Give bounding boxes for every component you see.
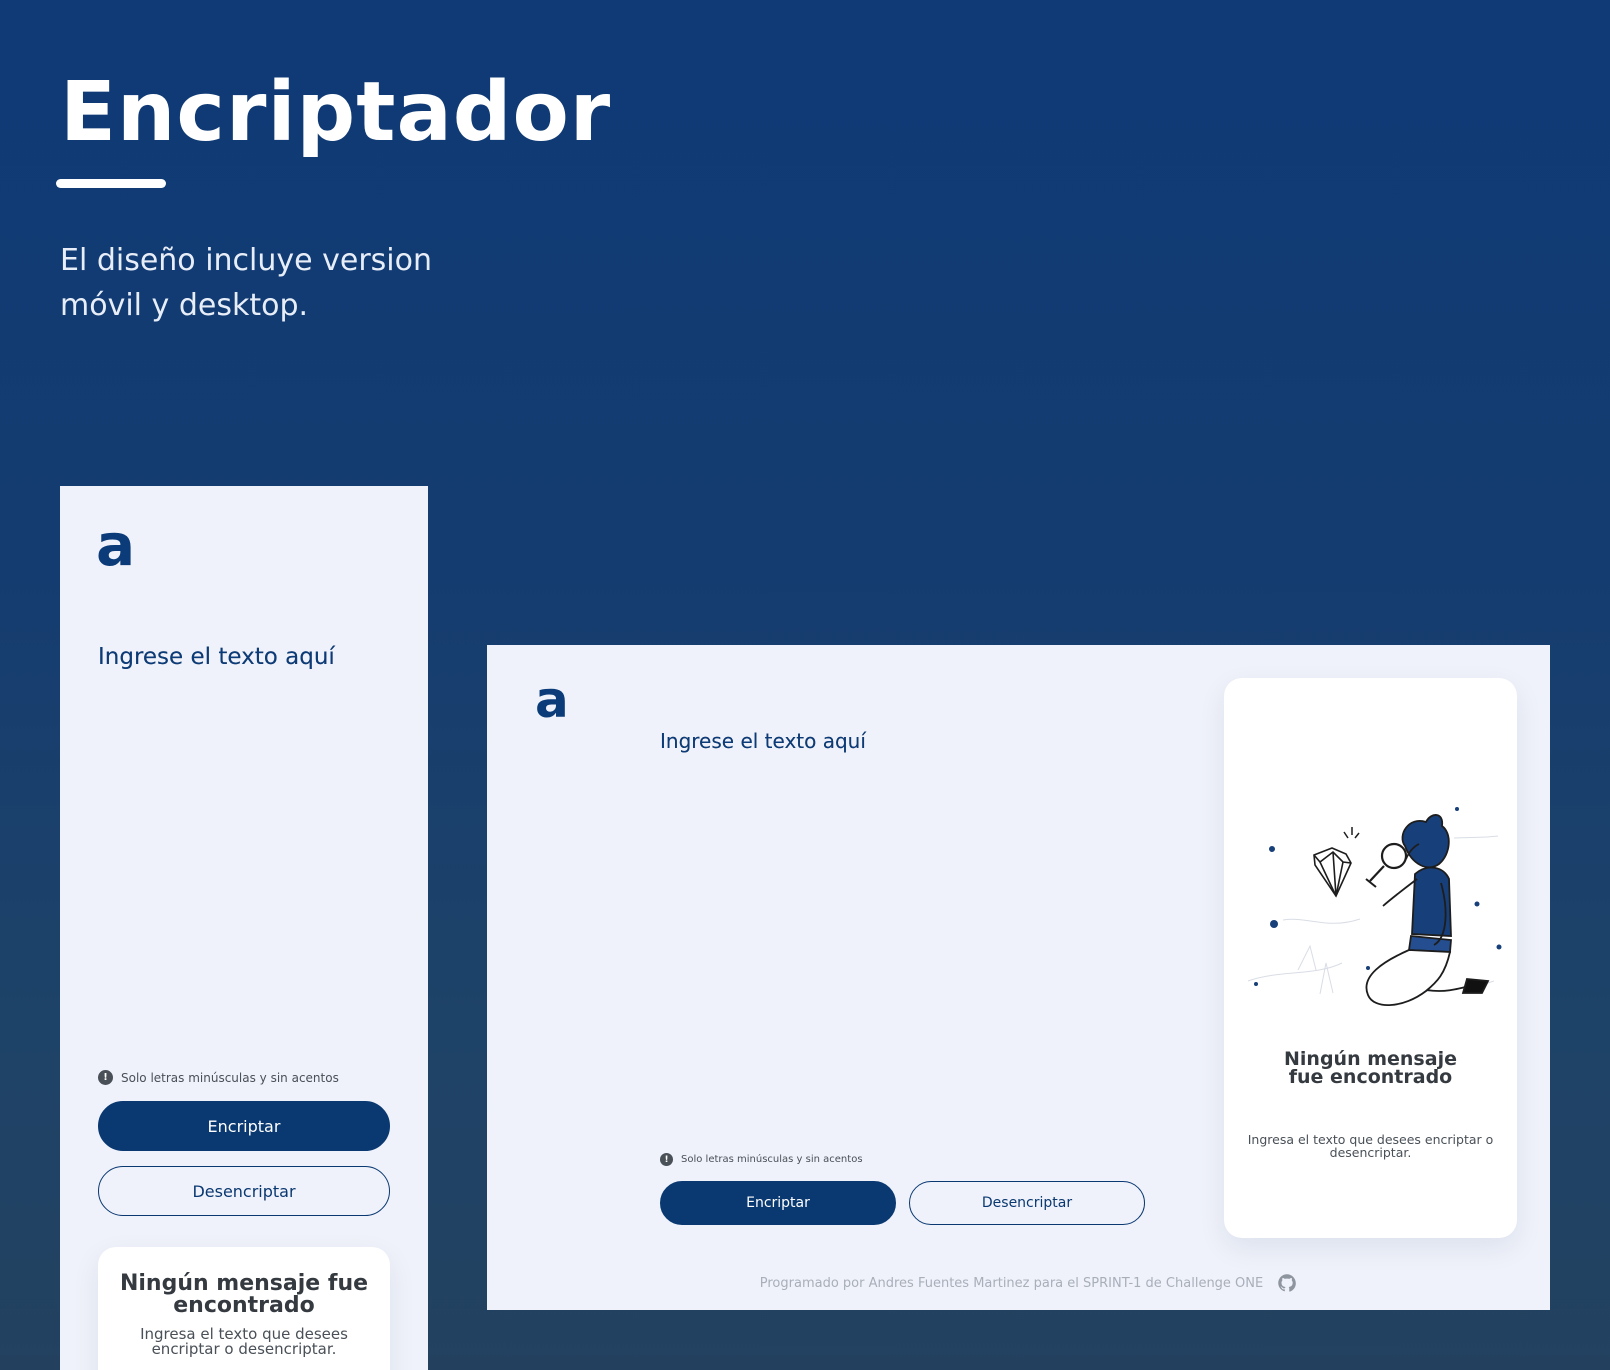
mobile-card-title: Ningún mensaje fue encontrado [119,1271,369,1318]
desktop-decrypt-button[interactable]: Desencriptar [909,1181,1145,1225]
desktop-screen: a Ingrese el texto aquí ! Solo letras mi… [487,645,1550,1310]
desktop-text-input[interactable] [660,729,1140,1119]
github-icon[interactable] [1277,1273,1297,1293]
desktop-logo[interactable]: a [535,675,569,725]
desktop-hint-text: Solo letras minúsculas y sin acentos [681,1154,863,1165]
exclamation-circle-icon: ! [660,1153,673,1166]
page-subtitle: El diseño incluye version móvil y deskto… [60,243,433,323]
mobile-logo[interactable]: a [96,516,135,574]
mobile-hint: ! Solo letras minúsculas y sin acentos [98,1070,339,1085]
desktop-hint: ! Solo letras minúsculas y sin acentos [660,1153,863,1166]
mobile-result-card: Ningún mensaje fue encontrado Ingresa el… [98,1247,390,1370]
mobile-screen: a Ingrese el texto aquí ! Solo letras mi… [60,486,428,1370]
footer: Programado por Andres Fuentes Martinez p… [487,1273,1550,1293]
desktop-card-text: Ingresa el texto que desees encriptar o … [1247,1132,1494,1160]
desktop-encrypt-button[interactable]: Encriptar [660,1181,896,1225]
mobile-decrypt-button[interactable]: Desencriptar [98,1166,390,1216]
title-underline [56,179,166,188]
exclamation-circle-icon: ! [98,1070,113,1085]
mobile-hint-text: Solo letras minúsculas y sin acentos [121,1070,339,1085]
desktop-card-title: Ningún mensaje fue encontrado [1284,1048,1457,1088]
footer-text: Programado por Andres Fuentes Martinez p… [759,1275,1264,1291]
desktop-result-card: Ningún mensaje fue encontrado Ingresa el… [1224,678,1517,1238]
page-title: Encriptador [60,65,612,160]
person-with-magnifier-illustration [1247,807,1502,1006]
mobile-encrypt-button[interactable]: Encriptar [98,1101,390,1151]
mobile-card-text: Ingresa el texto que desees encriptar o … [140,1325,348,1358]
mobile-text-input[interactable] [98,644,388,1034]
